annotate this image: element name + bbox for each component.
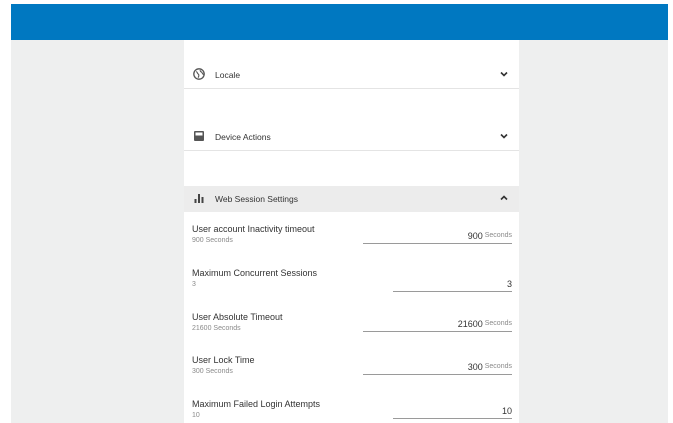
inactivity-timeout-input[interactable]: 900 Seconds — [363, 228, 512, 244]
chevron-up-icon[interactable] — [499, 193, 509, 203]
setting-label: Maximum Failed Login Attempts — [192, 399, 321, 409]
absolute-timeout-input[interactable]: 21600 Seconds — [363, 316, 512, 332]
divider — [184, 88, 519, 89]
field-unit: Seconds — [484, 320, 512, 327]
setting-hint: 900 Seconds — [192, 237, 233, 244]
setting-label: Maximum Concurrent Sessions — [192, 268, 318, 278]
globe-icon — [193, 68, 205, 80]
section-device-actions-label: Device Actions — [215, 132, 271, 142]
setting-hint: 10 — [192, 412, 200, 419]
setting-row-inactivity-timeout: User account Inactivity timeout 900 Seco… — [184, 224, 519, 264]
lock-time-input[interactable]: 300 Seconds — [363, 359, 512, 375]
setting-label: User Lock Time — [192, 355, 255, 365]
setting-label: User Absolute Timeout — [192, 312, 283, 322]
field-value: 300 — [467, 361, 483, 372]
setting-label: User account Inactivity timeout — [192, 224, 315, 234]
device-icon — [194, 131, 204, 141]
field-value: 10 — [501, 405, 512, 416]
field-unit: Seconds — [484, 363, 512, 370]
field-value: 21600 — [457, 318, 483, 329]
section-locale[interactable]: Locale — [184, 62, 519, 88]
section-locale-label: Locale — [215, 70, 241, 80]
bar-chart-icon — [194, 194, 204, 203]
field-value: 3 — [506, 278, 512, 289]
setting-row-failed-login-attempts: Maximum Failed Login Attempts 10 10 — [184, 399, 519, 423]
setting-row-absolute-timeout: User Absolute Timeout 21600 Seconds 2160… — [184, 312, 519, 352]
section-web-session-settings-label: Web Session Settings — [215, 194, 298, 204]
setting-hint: 3 — [192, 281, 196, 288]
setting-hint: 300 Seconds — [192, 368, 233, 375]
setting-row-concurrent-sessions: Maximum Concurrent Sessions 3 3 — [184, 268, 519, 308]
section-device-actions[interactable]: Device Actions — [184, 124, 519, 150]
failed-login-attempts-input[interactable]: 10 — [393, 403, 512, 419]
settings-panel: Locale Device Actions Web Session Settin… — [184, 40, 519, 423]
divider — [184, 150, 519, 151]
field-value: 900 — [467, 230, 483, 241]
concurrent-sessions-input[interactable]: 3 — [393, 276, 512, 292]
top-header-bar — [11, 4, 668, 40]
chevron-down-icon[interactable] — [499, 131, 509, 141]
setting-hint: 21600 Seconds — [192, 325, 241, 332]
setting-row-lock-time: User Lock Time 300 Seconds 300 Seconds — [184, 355, 519, 395]
chevron-down-icon[interactable] — [499, 69, 509, 79]
field-unit: Seconds — [484, 232, 512, 239]
section-web-session-settings[interactable]: Web Session Settings — [184, 186, 519, 212]
